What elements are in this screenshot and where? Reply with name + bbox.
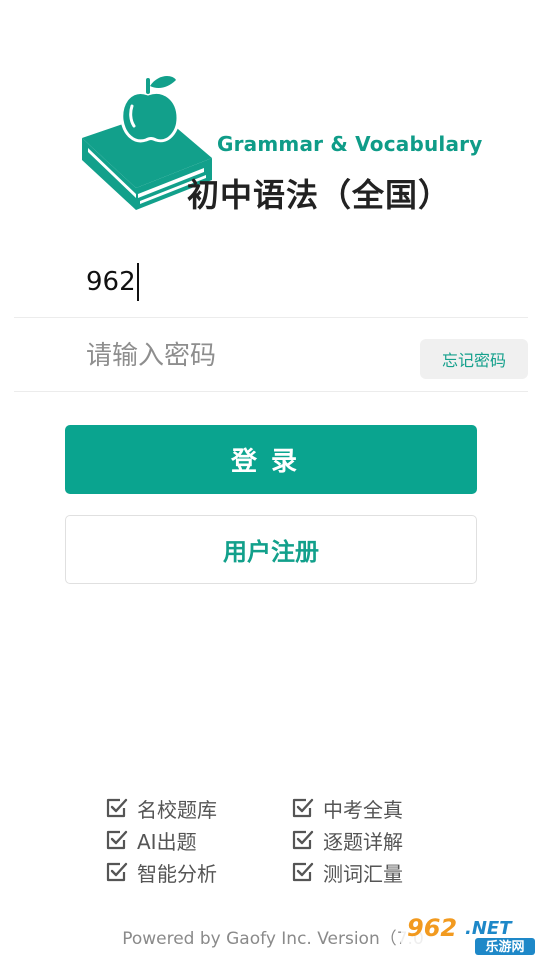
feature-label: 逐题详解 [323, 829, 403, 854]
feature-label: 中考全真 [323, 797, 403, 822]
logo-title-zh: 初中语法（全国） [187, 176, 452, 214]
check-square-icon [106, 798, 128, 818]
username-value: 962 [86, 267, 136, 297]
text-caret [136, 263, 139, 301]
feature-item: 名校题库 [105, 793, 217, 823]
check-square-icon [106, 862, 128, 882]
check-square-icon [106, 830, 128, 850]
feature-label: 测词汇量 [323, 861, 403, 886]
check-square-icon [292, 798, 314, 818]
username-row: 962 [14, 246, 528, 318]
feature-label: AI出题 [137, 829, 197, 854]
check-square-icon [292, 862, 314, 882]
logo-title-en: Grammar & Vocabulary [217, 132, 483, 156]
watermark-logo: 962 .NET 乐游网 [401, 912, 537, 956]
feature-list: 名校题库 中考全真 AI出题 逐题详解 智能分析 测词汇量 [105, 793, 445, 889]
feature-item: 测词汇量 [291, 857, 403, 887]
username-input[interactable]: 962 [86, 246, 406, 318]
feature-item: 智能分析 [105, 857, 217, 887]
password-input[interactable] [86, 320, 406, 392]
register-button[interactable]: 用户注册 [65, 515, 477, 584]
login-button[interactable]: 登录 [65, 425, 477, 494]
feature-item: AI出题 [105, 825, 197, 855]
feature-item: 中考全真 [291, 793, 403, 823]
watermark-suffix: .NET [465, 918, 513, 939]
watermark-number: 962 [407, 914, 457, 942]
watermark-subtitle: 乐游网 [485, 939, 524, 955]
feature-label: 名校题库 [137, 797, 217, 822]
feature-item: 逐题详解 [291, 825, 403, 855]
password-row: 忘记密码 [14, 320, 528, 392]
app-logo: Grammar & Vocabulary 初中语法（全国） [80, 72, 482, 217]
feature-label: 智能分析 [137, 861, 217, 886]
check-square-icon [292, 830, 314, 850]
forgot-password-button[interactable]: 忘记密码 [420, 339, 528, 379]
login-screen: Grammar & Vocabulary 初中语法（全国） 962 忘记密码 登… [0, 0, 540, 960]
